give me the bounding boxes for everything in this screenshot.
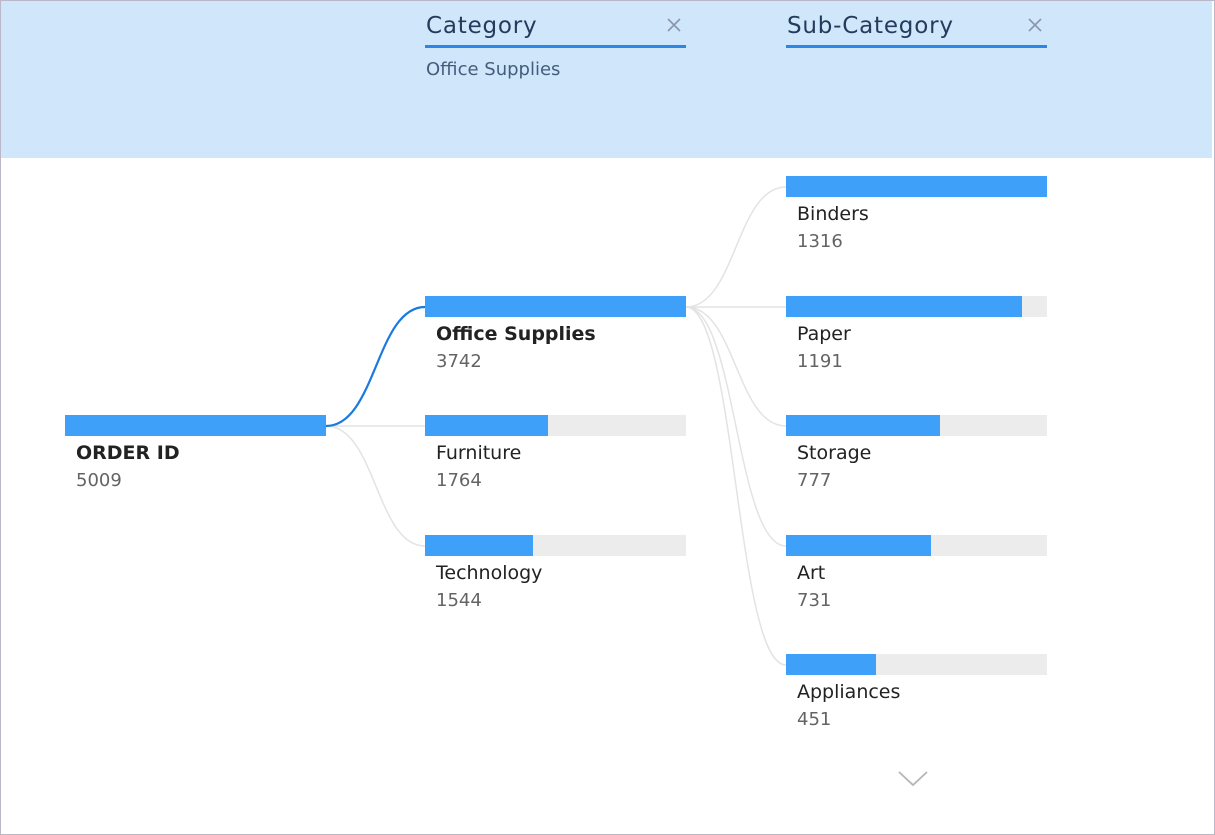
link-root-office-supplies [325, 305, 426, 428]
node-subcategory-storage[interactable]: Storage 777 [786, 415, 1047, 491]
link-office-art [685, 306, 787, 547]
node-label: Technology [436, 562, 543, 584]
node-value: 1316 [797, 231, 843, 252]
node-label: Appliances [797, 681, 901, 703]
node-label: Storage [797, 442, 872, 464]
node-category-furniture[interactable]: Furniture 1764 [425, 415, 686, 491]
node-subcategory-appliances[interactable]: Appliances 451 [786, 654, 1047, 730]
node-label: Binders [797, 203, 869, 225]
node-subcategory-paper[interactable]: Paper 1191 [786, 296, 1047, 372]
chevron-down-icon[interactable] [897, 768, 929, 788]
node-subcategory-art[interactable]: Art 731 [786, 535, 1047, 611]
node-subcategory-binders[interactable]: Binders 1316 [786, 176, 1047, 252]
link-office-binders [685, 186, 787, 308]
node-value: 1764 [436, 470, 482, 491]
node-label: ORDER ID [76, 442, 180, 464]
node-value: 3742 [436, 351, 482, 372]
link-root-technology [325, 425, 426, 547]
node-value: 731 [797, 590, 832, 611]
bar-fill [425, 535, 533, 556]
node-value: 1544 [436, 590, 482, 611]
node-label: Art [797, 562, 826, 584]
node-label: Paper [797, 323, 851, 345]
bar-fill [786, 535, 931, 556]
node-root[interactable]: ORDER ID 5009 [65, 415, 326, 491]
node-value: 451 [797, 709, 832, 730]
node-label: Furniture [436, 442, 522, 464]
bar-fill [786, 176, 1047, 197]
bar-fill [786, 654, 876, 675]
bar-fill [425, 415, 548, 436]
node-label: Office Supplies [436, 323, 596, 345]
bar-fill [786, 415, 940, 436]
link-office-storage [685, 306, 787, 427]
bar-fill [425, 296, 686, 317]
node-category-office-supplies[interactable]: Office Supplies 3742 [425, 296, 686, 372]
node-value: 777 [797, 470, 832, 491]
node-value: 1191 [797, 351, 843, 372]
link-office-appliances [685, 306, 787, 666]
node-value: 5009 [76, 470, 122, 491]
node-category-technology[interactable]: Technology 1544 [425, 535, 686, 611]
bar-fill [786, 296, 1023, 317]
bar-fill [65, 415, 326, 436]
